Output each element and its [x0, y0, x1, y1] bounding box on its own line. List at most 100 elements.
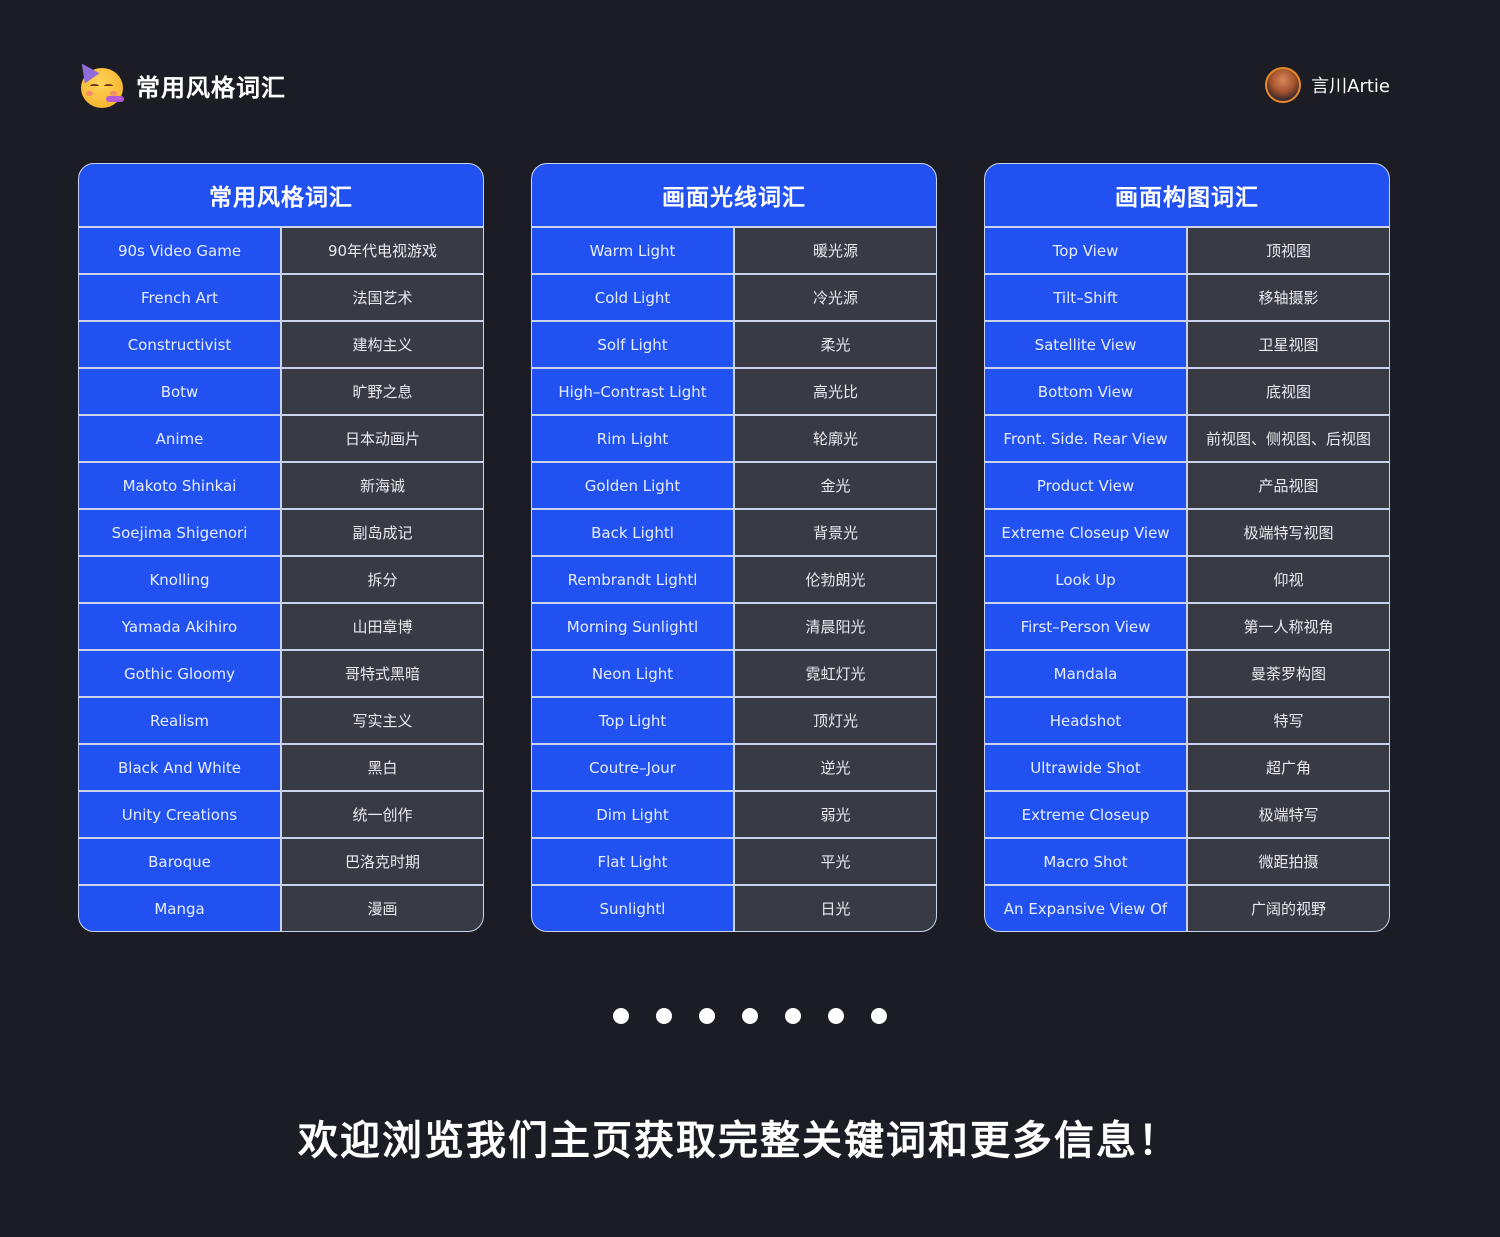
table-row: Product View 产品视图	[985, 463, 1389, 508]
header-brand: 常用风格词汇	[74, 58, 286, 108]
term-english: Sunlightl	[532, 886, 733, 931]
table-row: Top View 顶视图	[985, 228, 1389, 273]
term-chinese: 逆光	[735, 745, 936, 790]
pagination-dot[interactable]	[828, 1008, 844, 1024]
table-row: Rim Light 轮廓光	[532, 416, 936, 461]
table-row: Bottom View 底视图	[985, 369, 1389, 414]
term-chinese: 广阔的视野	[1188, 886, 1389, 931]
table-row: Knolling 拆分	[79, 557, 483, 602]
term-chinese: 移轴摄影	[1188, 275, 1389, 320]
term-chinese: 哥特式黑暗	[282, 651, 483, 696]
style-vocab-table: 常用风格词汇 90s Video Game 90年代电视游戏 French Art 法…	[78, 163, 484, 932]
table-row: Makoto Shinkai 新海诚	[79, 463, 483, 508]
lighting-vocab-table: 画面光线词汇 Warm Light 暖光源 Cold Light 冷光源 Solf Li…	[531, 163, 937, 932]
term-english: Mandala	[985, 651, 1186, 696]
table-row: Top Light 顶灯光	[532, 698, 936, 743]
term-chinese: 特写	[1188, 698, 1389, 743]
term-english: Extreme Closeup View	[985, 510, 1186, 555]
term-english: Black And White	[79, 745, 280, 790]
table-row: Constructivist 建构主义	[79, 322, 483, 367]
table-row: Dim Light 弱光	[532, 792, 936, 837]
pagination-dot[interactable]	[613, 1008, 629, 1024]
table-row: Rembrandt Lightl 伦勃朗光	[532, 557, 936, 602]
term-english: Tilt–Shift	[985, 275, 1186, 320]
pagination-dot[interactable]	[871, 1008, 887, 1024]
term-english: Macro Shot	[985, 839, 1186, 884]
table-row: Macro Shot 微距拍摄	[985, 839, 1389, 884]
term-english: Front. Side. Rear View	[985, 416, 1186, 461]
table-row: Neon Light 霓虹灯光	[532, 651, 936, 696]
term-chinese: 90年代电视游戏	[282, 228, 483, 273]
term-chinese: 第一人称视角	[1188, 604, 1389, 649]
term-english: Rim Light	[532, 416, 733, 461]
term-chinese: 拆分	[282, 557, 483, 602]
term-english: Back Lightl	[532, 510, 733, 555]
term-english: French Art	[79, 275, 280, 320]
term-chinese: 金光	[735, 463, 936, 508]
term-chinese: 霓虹灯光	[735, 651, 936, 696]
term-chinese: 写实主义	[282, 698, 483, 743]
composition-vocab-table: 画面构图词汇 Top View 顶视图 Tilt–Shift 移轴摄影 Satellit…	[984, 163, 1390, 932]
term-english: Headshot	[985, 698, 1186, 743]
term-english: Look Up	[985, 557, 1186, 602]
term-english: Neon Light	[532, 651, 733, 696]
term-chinese: 清晨阳光	[735, 604, 936, 649]
table-row: Gothic Gloomy 哥特式黑暗	[79, 651, 483, 696]
author-name[interactable]: 言川Artie	[1311, 72, 1390, 98]
term-english: An Expansive View Of	[985, 886, 1186, 931]
table-row: Back Lightl 背景光	[532, 510, 936, 555]
term-chinese: 冷光源	[735, 275, 936, 320]
term-chinese: 极端特写	[1188, 792, 1389, 837]
term-chinese: 暖光源	[735, 228, 936, 273]
term-english: High–Contrast Light	[532, 369, 733, 414]
term-chinese: 旷野之息	[282, 369, 483, 414]
term-english: Yamada Akihiro	[79, 604, 280, 649]
term-english: 90s Video Game	[79, 228, 280, 273]
term-chinese: 曼荼罗构图	[1188, 651, 1389, 696]
term-english: Realism	[79, 698, 280, 743]
term-chinese: 顶灯光	[735, 698, 936, 743]
table-title: 常用风格词汇	[79, 164, 483, 226]
term-chinese: 轮廓光	[735, 416, 936, 461]
pagination-dot[interactable]	[742, 1008, 758, 1024]
term-english: Botw	[79, 369, 280, 414]
pagination-dot[interactable]	[656, 1008, 672, 1024]
term-chinese: 仰视	[1188, 557, 1389, 602]
table-row: Coutre–Jour 逆光	[532, 745, 936, 790]
term-english: First–Person View	[985, 604, 1186, 649]
table-row: Sunlightl 日光	[532, 886, 936, 931]
table-row: French Art 法国艺术	[79, 275, 483, 320]
table-row: Cold Light 冷光源	[532, 275, 936, 320]
table-row: Soejima Shigenori 副岛成记	[79, 510, 483, 555]
table-row: Look Up 仰视	[985, 557, 1389, 602]
table-row: Front. Side. Rear View 前视图、侧视图、后视图	[985, 416, 1389, 461]
term-chinese: 法国艺术	[282, 275, 483, 320]
author-badge[interactable]: 言川Artie	[1265, 67, 1390, 103]
term-chinese: 统一创作	[282, 792, 483, 837]
term-chinese: 弱光	[735, 792, 936, 837]
pagination-dot[interactable]	[699, 1008, 715, 1024]
term-chinese: 柔光	[735, 322, 936, 367]
table-row: Satellite View 卫星视图	[985, 322, 1389, 367]
table-row: Extreme Closeup View 极端特写视图	[985, 510, 1389, 555]
avatar-icon[interactable]	[1265, 67, 1302, 103]
table-row: Morning Sunlightl 清晨阳光	[532, 604, 936, 649]
term-chinese: 巴洛克时期	[282, 839, 483, 884]
footer-message: 欢迎浏览我们主页获取完整关键词和更多信息！	[298, 1118, 1180, 1164]
pagination-dot[interactable]	[785, 1008, 801, 1024]
term-english: Anime	[79, 416, 280, 461]
table-row: First–Person View 第一人称视角	[985, 604, 1389, 649]
page-title: 常用风格词汇	[136, 73, 286, 102]
table-row: Warm Light 暖光源	[532, 228, 936, 273]
table-row: Baroque 巴洛克时期	[79, 839, 483, 884]
term-chinese: 高光比	[735, 369, 936, 414]
term-english: Top View	[985, 228, 1186, 273]
term-chinese: 卫星视图	[1188, 322, 1389, 367]
term-chinese: 新海诚	[282, 463, 483, 508]
table-row: Realism 写实主义	[79, 698, 483, 743]
term-chinese: 微距拍摄	[1188, 839, 1389, 884]
table-title: 画面构图词汇	[985, 164, 1389, 226]
term-english: Coutre–Jour	[532, 745, 733, 790]
term-english: Extreme Closeup	[985, 792, 1186, 837]
term-chinese: 产品视图	[1188, 463, 1389, 508]
